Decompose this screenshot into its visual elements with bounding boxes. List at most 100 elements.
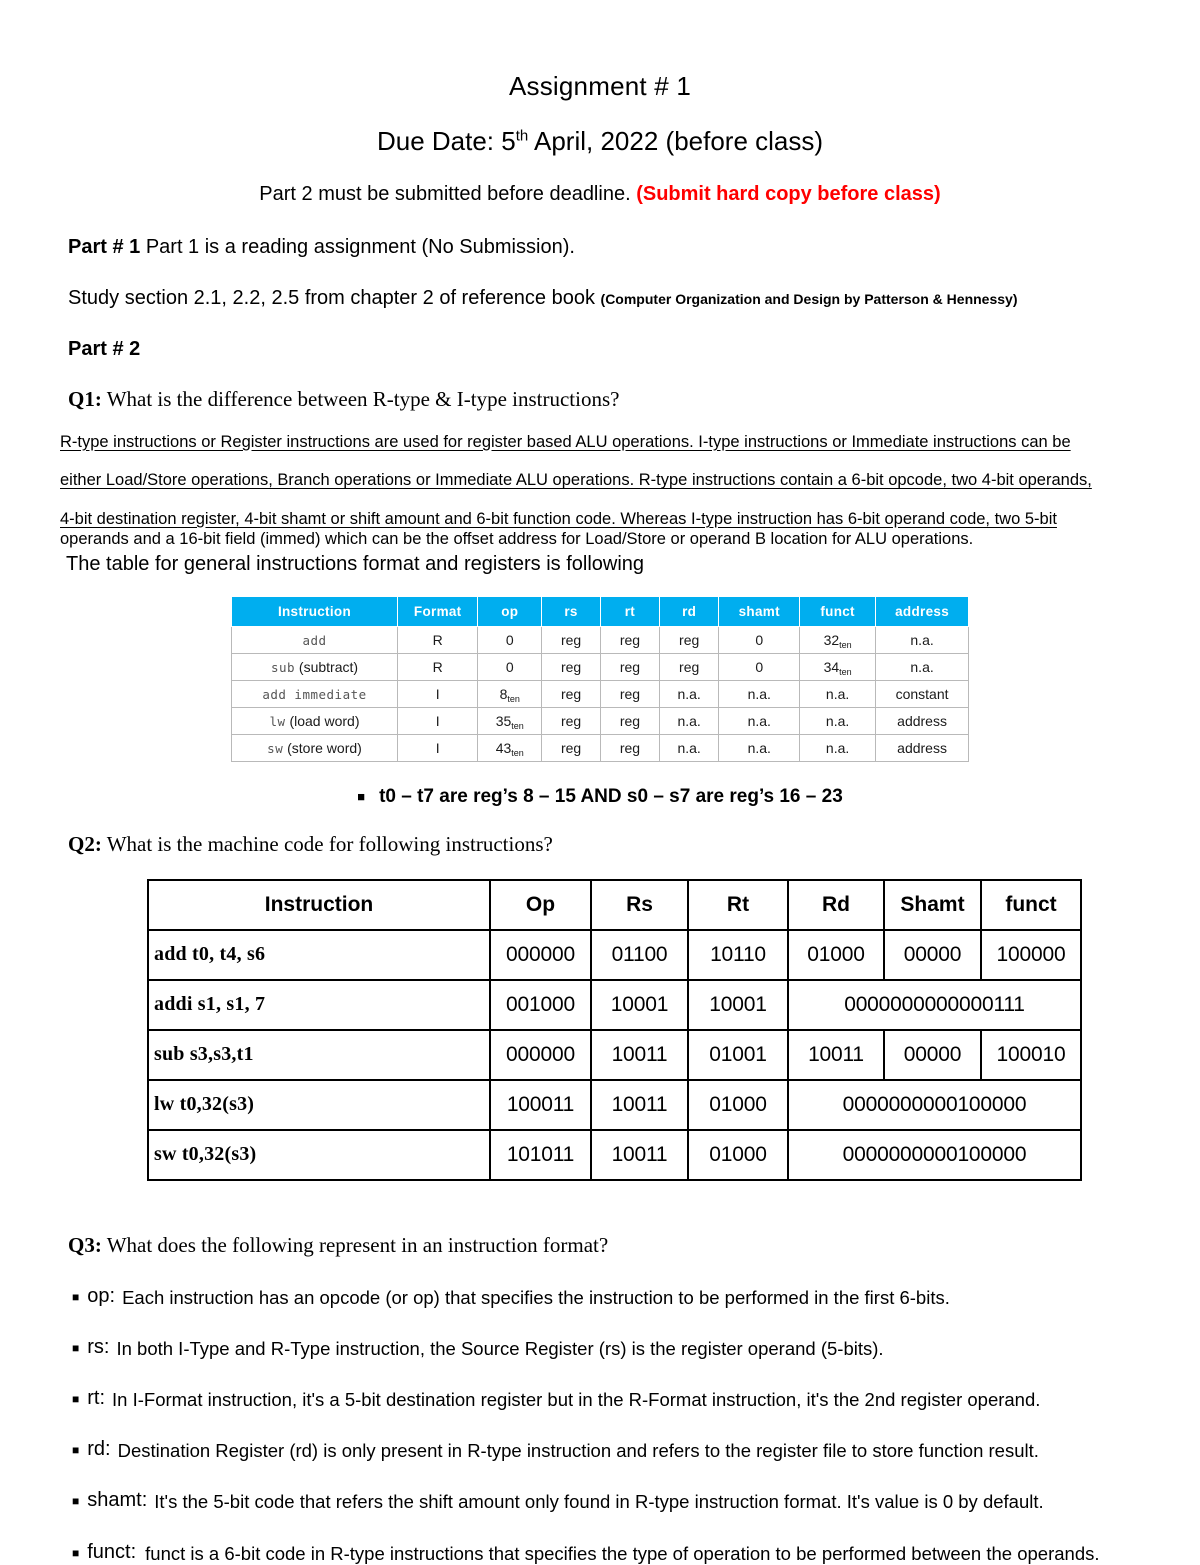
instruction-note: (subtract) bbox=[295, 658, 359, 675]
question-1-label: Q1: bbox=[68, 386, 102, 411]
cell-instruction: lw t0,32(s3) bbox=[147, 1078, 491, 1131]
column-header-op: Op bbox=[489, 878, 592, 931]
field-term: rt: bbox=[87, 1387, 106, 1410]
answer-line: R-type instructions or Register instruct… bbox=[60, 432, 1071, 451]
submission-notice: Part 2 must be submitted before deadline… bbox=[0, 157, 1200, 206]
square-bullet-icon: ■ bbox=[72, 1443, 80, 1458]
submission-notice-text: Part 2 must be submitted before deadline… bbox=[259, 182, 637, 205]
field-description: Destination Register (rd) is only presen… bbox=[117, 1440, 1039, 1462]
submission-notice-alert: (Submit hard copy before class) bbox=[636, 182, 941, 205]
cell-op: 101011 bbox=[489, 1128, 592, 1181]
field-description: In both I-Type and R-Type instruction, t… bbox=[116, 1338, 884, 1360]
square-bullet-icon: ■ bbox=[72, 1392, 80, 1407]
cell-instruction: lw (load word) bbox=[231, 706, 398, 735]
cell-address: constant bbox=[875, 679, 969, 708]
cell-rs: 10011 bbox=[590, 1078, 689, 1131]
due-date-prefix: Due Date: 5 bbox=[376, 125, 516, 156]
op-value: 0 bbox=[505, 631, 514, 648]
cell-rt: reg bbox=[600, 625, 660, 654]
cell-shamt: 00000 bbox=[883, 928, 982, 981]
table-row: addi s1, s1, 7 001000 10001 10001 000000… bbox=[147, 978, 1082, 1031]
cell-shamt: 00000 bbox=[883, 1028, 982, 1081]
funct-subscript: ten bbox=[839, 639, 852, 650]
list-item: ■ rd: Destination Register (rd) is only … bbox=[72, 1411, 1176, 1462]
reference-book-citation: (Computer Organization and Design by Pat… bbox=[600, 290, 1018, 307]
op-subscript: ten bbox=[507, 693, 520, 704]
due-date-line: Due Date: 5th April, 2022 (before class) bbox=[0, 102, 1200, 157]
cell-instruction: sub s3,s3,t1 bbox=[147, 1028, 491, 1081]
cell-rt: 01001 bbox=[687, 1028, 789, 1081]
funct-value: 32 bbox=[823, 631, 840, 648]
field-term: funct: bbox=[87, 1540, 137, 1563]
question-3-label: Q3: bbox=[68, 1232, 102, 1257]
cell-rs: 10001 bbox=[590, 978, 689, 1031]
cell-rs: 10011 bbox=[590, 1028, 689, 1081]
funct-value: n.a. bbox=[825, 685, 850, 702]
table-row: add t0, t4, s6 000000 01100 10110 01000 … bbox=[147, 928, 1082, 981]
study-section-text: Study section 2.1, 2.2, 2.5 from chapter… bbox=[68, 286, 601, 309]
cell-shamt: n.a. bbox=[718, 733, 801, 762]
table-row: add R 0 reg reg reg 0 32ten n.a. bbox=[231, 625, 969, 654]
cell-rs: reg bbox=[541, 679, 601, 708]
cell-immediate: 0000000000100000 bbox=[787, 1078, 1082, 1131]
due-date-ordinal: th bbox=[515, 127, 529, 145]
funct-value: 34 bbox=[823, 658, 840, 675]
field-description: In I-Format instruction, it's a 5-bit de… bbox=[112, 1389, 1041, 1411]
part-1-line: Part # 1 Part 1 is a reading assignment … bbox=[0, 206, 1200, 261]
question-1-answer: R-type instructions or Register instruct… bbox=[0, 412, 1200, 574]
cell-format: I bbox=[396, 706, 479, 735]
list-item: ■ funct: funct is a 6-bit code in R-type… bbox=[72, 1514, 1176, 1565]
cell-op: 43ten bbox=[477, 733, 543, 762]
cell-rt: reg bbox=[600, 733, 660, 762]
study-section-line: Study section 2.1, 2.2, 2.5 from chapter… bbox=[0, 261, 1200, 312]
field-term: rs: bbox=[87, 1336, 110, 1359]
cell-rt: 10110 bbox=[687, 928, 789, 981]
answer-table-intro: The table for general instructions forma… bbox=[66, 552, 645, 575]
question-3-text: What does the following represent in an … bbox=[101, 1232, 609, 1257]
table-header-row: Instruction Op Rs Rt Rd Shamt funct bbox=[147, 878, 1082, 931]
cell-address: n.a. bbox=[875, 625, 969, 654]
square-bullet-icon: ■ bbox=[72, 1289, 80, 1304]
instruction-mnemonic: sw bbox=[267, 740, 284, 756]
page-title: Assignment # 1 bbox=[508, 71, 691, 101]
column-header-rd: Rd bbox=[787, 878, 885, 931]
question-2-line: Q2: What is the machine code for followi… bbox=[0, 808, 1200, 857]
field-term: rd: bbox=[87, 1438, 111, 1461]
table-row: sw t0,32(s3) 101011 10011 01000 00000000… bbox=[147, 1128, 1082, 1181]
column-header-rs: rs bbox=[541, 595, 601, 627]
table-row: lw (load word) I 35ten reg reg n.a. n.a.… bbox=[231, 706, 969, 735]
cell-immediate: 0000000000000111 bbox=[787, 978, 1082, 1031]
part-2-label: Part # 2 bbox=[68, 337, 141, 360]
instruction-mnemonic: sub bbox=[270, 659, 296, 675]
cell-rs: 10011 bbox=[590, 1128, 689, 1181]
cell-rs: reg bbox=[541, 625, 601, 654]
table-row: add immediate I 8ten reg reg n.a. n.a. n… bbox=[231, 679, 969, 708]
op-value: 0 bbox=[505, 658, 514, 675]
column-header-format: Format bbox=[396, 595, 479, 627]
list-item: ■ shamt: It's the 5-bit code that refers… bbox=[72, 1462, 1176, 1513]
table-row: lw t0,32(s3) 100011 10011 01000 00000000… bbox=[147, 1078, 1082, 1131]
instruction-mnemonic: add bbox=[302, 632, 327, 648]
cell-rt: reg bbox=[600, 679, 660, 708]
list-item: ■ rs: In both I-Type and R-Type instruct… bbox=[72, 1309, 1176, 1360]
cell-rd: n.a. bbox=[658, 706, 720, 735]
field-term: op: bbox=[87, 1284, 116, 1307]
column-header-rt: rt bbox=[600, 595, 660, 627]
machine-code-table-body: add t0, t4, s6 000000 01100 10110 01000 … bbox=[147, 928, 1082, 1181]
field-term: shamt: bbox=[87, 1489, 148, 1512]
cell-op: 000000 bbox=[489, 928, 592, 981]
question-3-line: Q3: What does the following represent in… bbox=[0, 1181, 1200, 1258]
cell-op: 100011 bbox=[489, 1078, 592, 1131]
list-item: ■ op: Each instruction has an opcode (or… bbox=[72, 1258, 1176, 1309]
cell-instruction: sw (store word) bbox=[231, 733, 398, 762]
column-header-rd: rd bbox=[658, 595, 720, 627]
cell-op: 8ten bbox=[477, 679, 543, 708]
cell-rd: reg bbox=[658, 652, 720, 681]
cell-instruction: sub (subtract) bbox=[231, 652, 398, 681]
instruction-mnemonic: add immediate bbox=[262, 686, 367, 702]
part-1-label: Part # 1 bbox=[68, 235, 141, 258]
column-header-rs: Rs bbox=[590, 878, 689, 931]
answer-line: operands and a 16-bit field (immed) whic… bbox=[60, 530, 974, 549]
field-description: Each instruction has an opcode (or op) t… bbox=[122, 1286, 950, 1308]
square-bullet-icon: ■ bbox=[357, 789, 366, 805]
